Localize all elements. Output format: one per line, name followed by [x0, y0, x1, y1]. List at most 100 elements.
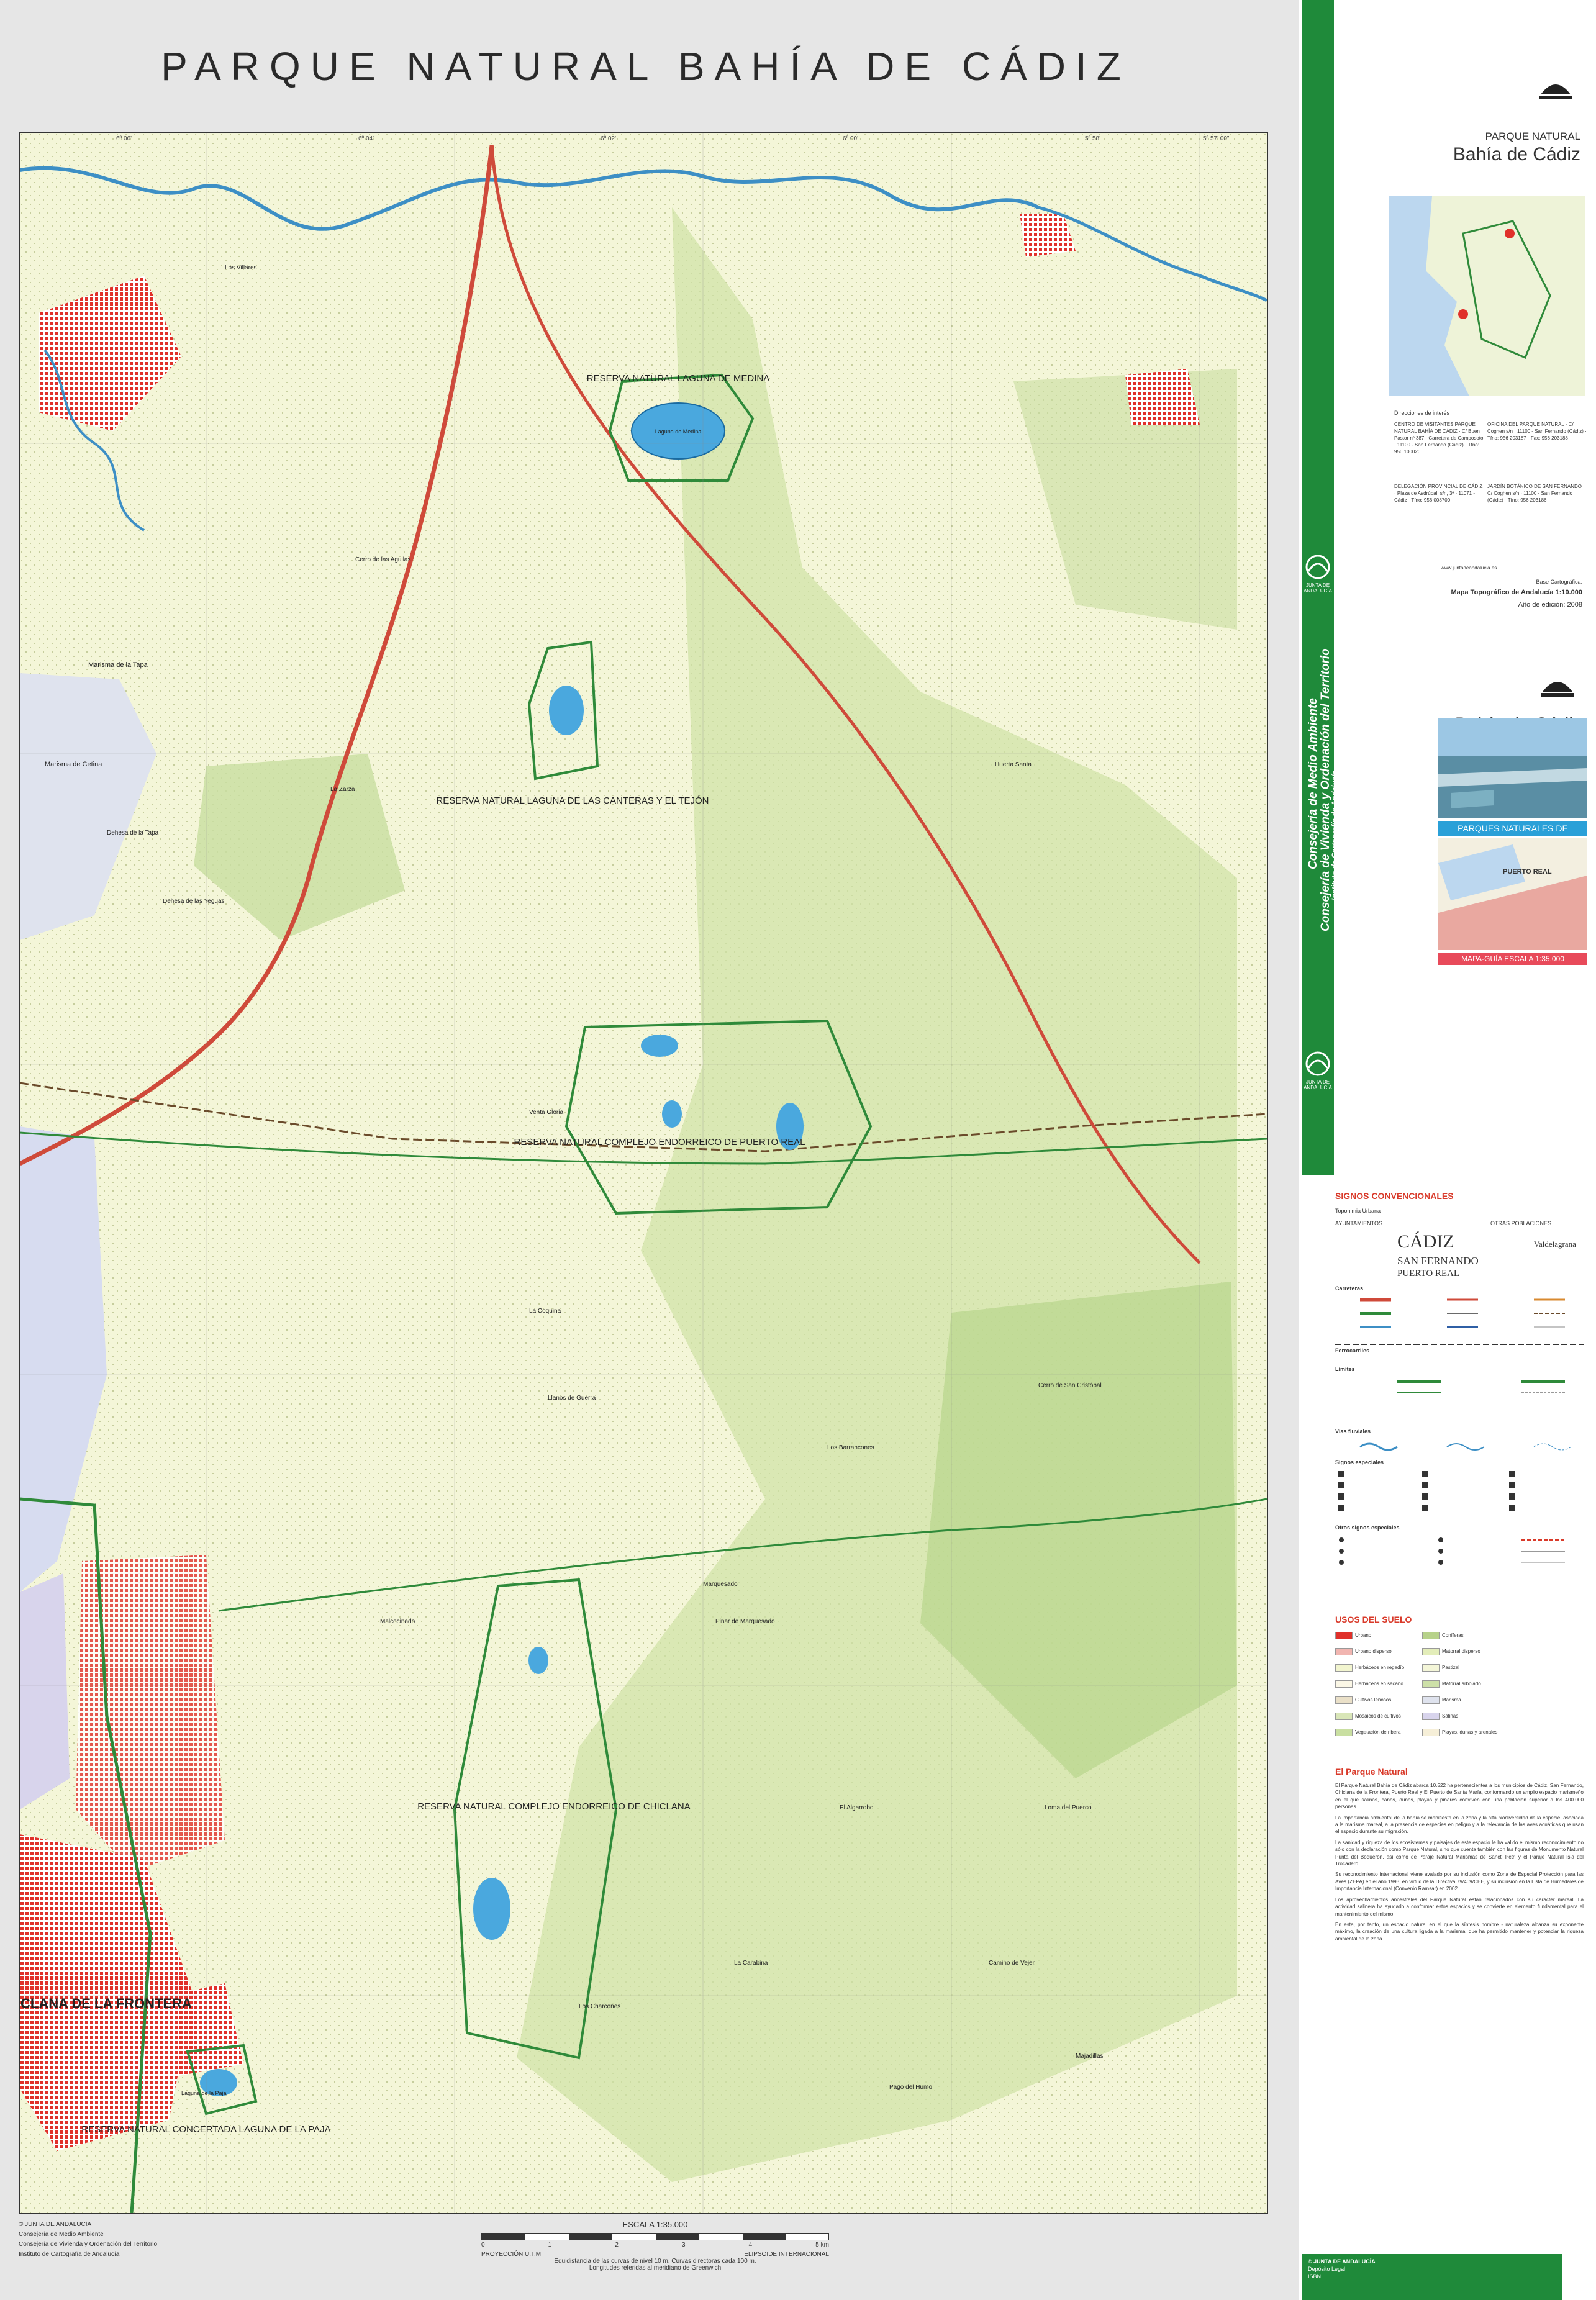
place-label: Laguna de Medina: [655, 428, 702, 435]
land-use-label: Salinas: [1442, 1713, 1459, 1719]
swatch: [1422, 1729, 1440, 1736]
projection-row: PROYECCIÓN U.T.M. ELIPSOIDE INTERNACIONA…: [481, 2251, 829, 2258]
legend-san-fernando: SAN FERNANDO: [1397, 1255, 1479, 1267]
scale-tick: 4: [748, 2242, 753, 2248]
cover-inset-map: [1438, 838, 1587, 950]
grid-label: 6º 02': [601, 135, 616, 142]
paragraph: La sanidad y riqueza de los ecosistemas …: [1335, 1839, 1584, 1867]
scale-tick: 3: [681, 2242, 686, 2248]
lagoon: [641, 1035, 678, 1057]
swatch: [1422, 1696, 1440, 1704]
place-label: Venta Gloria: [529, 1109, 563, 1116]
swatch: [1335, 1664, 1353, 1672]
website-link[interactable]: www.juntadeandalucia.es: [1441, 565, 1497, 571]
paragraph: En esta, por tanto, un espacio natural e…: [1335, 1921, 1584, 1942]
reserve-label: RESERVA NATURAL LAGUNA DE MEDINA: [587, 373, 770, 384]
green-sidebar: Consejería de Medio Ambiente Consejería …: [1302, 0, 1339, 1175]
lagoon: [662, 1100, 682, 1128]
map-footer: © JUNTA DE ANDALUCÍA Consejería de Medio…: [19, 2220, 1267, 2294]
land-use-label: Urbano disperso: [1355, 1649, 1392, 1655]
paragraph: El Parque Natural Bahía de Cádiz abarca …: [1335, 1783, 1584, 1810]
place-label: Pinar de Marquesado: [715, 1618, 775, 1625]
parque-description: El Parque Natural Bahía de Cádiz abarca …: [1335, 1782, 1584, 1946]
paragraph: Los aprovechamientos ancestrales del Par…: [1335, 1896, 1584, 1917]
land-use-label: Herbáceos en secano: [1355, 1681, 1403, 1687]
junta-label: JUNTA DE ANDALUCÍA: [1304, 582, 1332, 594]
place-label: La Coquina: [529, 1308, 561, 1315]
land-use-row: Salinas: [1422, 1713, 1509, 1721]
scale-bar: [481, 2233, 829, 2240]
land-use-label: Marisma: [1442, 1697, 1461, 1703]
land-use-label: Cultivos leñosos: [1355, 1697, 1392, 1703]
place-label: Cerro de las Aguilas: [355, 556, 411, 563]
credits: © JUNTA DE ANDALUCÍA Consejería de Medio…: [19, 2220, 157, 2260]
footer-line: Depósito Legal: [1308, 2266, 1346, 2272]
land-use-label: Herbáceos en regadío: [1355, 1665, 1405, 1671]
place-label: El Algarrobo: [840, 1804, 874, 1811]
cover-scale: MAPA-GUÍA ESCALA 1:35.000: [1438, 953, 1587, 965]
urban-area: [76, 1555, 225, 1872]
swatch: [1422, 1680, 1440, 1688]
inset-label: PUERTO REAL: [1503, 868, 1552, 876]
park-logo-icon: [1541, 682, 1574, 697]
grid-label: 5º 57' 00": [1203, 135, 1230, 142]
address-block: CENTRO DE VISITANTES PARQUE NATURAL BAHÍ…: [1394, 422, 1484, 455]
address-block: OFICINA DEL PARQUE NATURAL · C/ Coghen s…: [1487, 422, 1587, 441]
swatch: [1422, 1664, 1440, 1672]
map-title: PARQUE NATURAL BAHÍA DE CÁDIZ: [161, 44, 1131, 89]
place-label: Llanos de Guerra: [548, 1395, 596, 1401]
swatch: [1422, 1713, 1440, 1720]
parque-title: El Parque Natural: [1335, 1767, 1408, 1777]
place-label: Dehesa de la Tapa: [107, 830, 159, 836]
grid-label: 6º 06': [116, 135, 132, 142]
base-value: Mapa Topográfico de Andalucía 1:10.000: [1451, 589, 1583, 596]
reserve-label: RESERVA NATURAL CONCERTADA LAGUNA DE LA …: [81, 2124, 330, 2135]
place-label: Marisma de Cetina: [45, 761, 102, 768]
place-label: La Carabina: [734, 1960, 768, 1967]
lagoon: [549, 686, 584, 735]
credit-line: Consejería de Vivienda y Ordenación del …: [19, 2241, 158, 2248]
scale-ticks: 0 1 2 3 4 5 km: [481, 2242, 829, 2248]
land-use-row: Pastizal: [1422, 1664, 1509, 1673]
legend-section: Carreteras: [1335, 1285, 1364, 1292]
grid-label: 6º 00': [843, 135, 858, 142]
map-canvas: 6º 06' 6º 04' 6º 02' 6º 00' 5º 58' 5º 57…: [20, 133, 1267, 2213]
place-label: Los Barrancones: [827, 1444, 874, 1451]
legend-section: Ferrocarriles: [1335, 1347, 1370, 1354]
place-label: Cerro de San Cristóbal: [1038, 1382, 1102, 1389]
topographic-map[interactable]: 6º 06' 6º 04' 6º 02' 6º 00' 5º 58' 5º 57…: [19, 132, 1268, 2214]
place-label: Los Villares: [225, 265, 257, 271]
land-use-label: Urbano: [1355, 1632, 1372, 1639]
otras-poblaciones-label: OTRAS POBLACIONES: [1490, 1220, 1552, 1226]
water-symbols: [1359, 1442, 1572, 1451]
place-label: Camino de Vejer: [989, 1960, 1035, 1967]
vertical-title: Consejería de Medio Ambiente: [1307, 698, 1320, 869]
land-use-row: Matorral disperso: [1422, 1648, 1509, 1657]
vertical-title: Instituto de Cartografía de Andalucía: [1330, 770, 1339, 900]
legend-section: Signos especiales: [1335, 1459, 1384, 1465]
panel-header-big: Bahía de Cádiz: [1453, 144, 1580, 165]
urban-area: [1125, 369, 1200, 425]
place-label: Malcocinado: [380, 1618, 415, 1625]
legend-cadiz: CÁDIZ: [1397, 1231, 1454, 1252]
place-label: Huerta Santa: [995, 761, 1032, 768]
place-label: Marisma de la Tapa: [88, 661, 148, 669]
scale-tick: 2: [615, 2242, 619, 2248]
lagoon: [528, 1647, 548, 1674]
swatch: [1335, 1648, 1353, 1655]
footer-line: © JUNTA DE ANDALUCÍA: [1308, 2258, 1376, 2265]
address-block: DELEGACIÓN PROVINCIAL DE CÁDIZ · Plaza d…: [1394, 484, 1483, 503]
credit-line: © JUNTA DE ANDALUCÍA: [19, 2221, 92, 2228]
swatch: [1335, 1713, 1353, 1720]
park-logo-icon: [1539, 84, 1572, 99]
place-label: Marquesado: [703, 1581, 738, 1588]
junta-logo: JUNTA DE ANDALUCÍA: [1304, 553, 1332, 596]
junta-logo: JUNTA DE ANDALUCÍA: [1304, 1049, 1332, 1093]
place-label: Dehesa de las Yeguas: [163, 898, 225, 905]
legend-section: Vías fluviales: [1335, 1428, 1371, 1434]
legend-puerto-real: PUERTO REAL: [1397, 1269, 1460, 1279]
legend-section: Límites: [1335, 1366, 1355, 1372]
place-label: Los Charcones: [579, 2003, 620, 2010]
land-use-row: Marisma: [1422, 1696, 1509, 1705]
limit-symbols: [1397, 1380, 1565, 1393]
